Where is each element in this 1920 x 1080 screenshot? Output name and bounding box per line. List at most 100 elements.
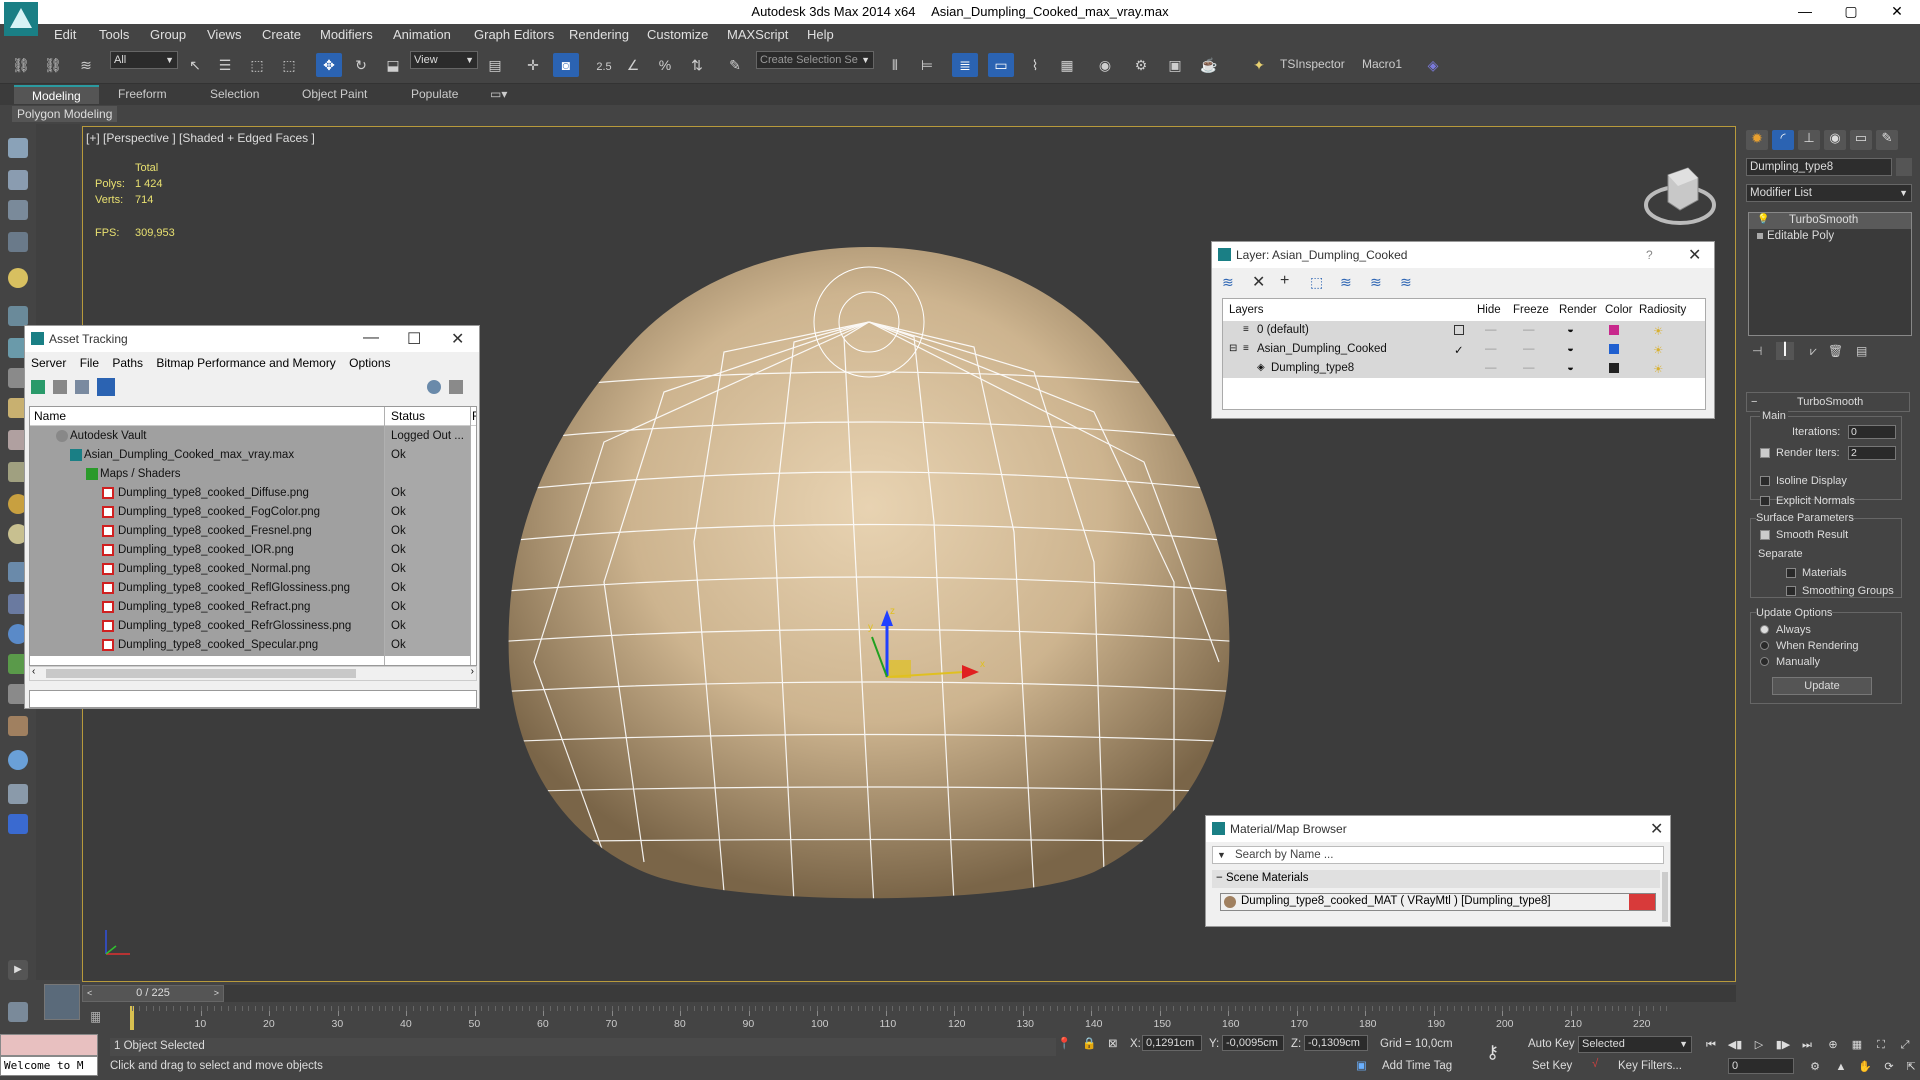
turbosmooth-rollout-header[interactable]: − TurboSmooth <box>1746 392 1910 412</box>
fov-icon[interactable]: ▲ <box>1830 1058 1852 1076</box>
list-item[interactable]: Dumpling_type8_cooked_RefrGlossiness.png… <box>30 617 476 636</box>
maximize-viewport-icon[interactable]: ⤢ <box>1894 1036 1916 1054</box>
selection-filter-dropdown[interactable]: All ▼ <box>110 51 178 69</box>
lightbulb-icon[interactable]: 💡 <box>1757 214 1769 225</box>
radiosity-icon[interactable]: ☀ <box>1653 324 1663 338</box>
current-layer-box[interactable] <box>1454 325 1464 335</box>
close-icon[interactable]: ✕ <box>1650 819 1663 839</box>
menu-options[interactable]: Options <box>349 356 390 370</box>
display-tab-icon[interactable]: ▭ <box>1850 130 1872 150</box>
delete-layer-icon[interactable]: ✕ <box>1252 272 1265 292</box>
list-item[interactable]: Maps / Shaders <box>30 465 476 484</box>
hide-toggle[interactable]: — <box>1485 324 1497 336</box>
always-radio[interactable] <box>1760 625 1769 634</box>
manually-radio[interactable] <box>1760 657 1769 666</box>
list-item[interactable]: Dumpling_type8_cooked_Fresnel.png Ok <box>30 522 476 541</box>
material-editor-icon[interactable]: ◉ <box>1096 56 1114 74</box>
col-extra[interactable]: F <box>472 409 476 423</box>
rotate-icon[interactable]: ↻ <box>352 56 370 74</box>
radiosity-icon[interactable]: ☀ <box>1653 343 1663 357</box>
stack-item-editable-poly[interactable]: Editable Poly <box>1749 229 1911 245</box>
ribbon-options-icon[interactable]: ▭▾ <box>490 87 507 101</box>
freeze-toggle[interactable]: — <box>1523 324 1535 336</box>
menu-paths[interactable]: Paths <box>112 356 143 370</box>
stack-item-turbosmooth[interactable]: 💡 TurboSmooth <box>1749 213 1911 229</box>
go-to-end-icon[interactable]: ⏭ <box>1796 1036 1818 1054</box>
add-time-tag[interactable]: Add Time Tag <box>1382 1060 1452 1072</box>
orbit-icon[interactable]: ⟳ <box>1878 1058 1900 1076</box>
layer-row[interactable]: ◈ Dumpling_type8 — — ◒ ☀ <box>1223 359 1705 378</box>
select-by-name-icon[interactable]: ☰ <box>216 56 234 74</box>
align-icon[interactable]: ⊨ <box>918 56 936 74</box>
search-options-icon[interactable]: ▼ <box>1217 850 1226 860</box>
environment-icon[interactable] <box>8 750 28 770</box>
help-button[interactable]: ? <box>1646 248 1653 262</box>
go-to-start-icon[interactable]: ⏮ <box>1700 1036 1722 1054</box>
bind-space-warp-icon[interactable]: ≋ <box>77 56 95 74</box>
time-slider-thumb[interactable]: < 0 / 225 > <box>82 985 224 1002</box>
time-tag-icon[interactable]: ▣ <box>1356 1058 1367 1072</box>
hide-toggle[interactable]: — <box>1485 362 1497 374</box>
pivot-center-icon[interactable]: ▤ <box>486 56 504 74</box>
time-config-icon[interactable]: ⚙ <box>1804 1058 1826 1076</box>
key-mode-icon[interactable]: √ <box>1592 1058 1598 1070</box>
z-coord-field[interactable]: -0,1309cm <box>1304 1035 1368 1051</box>
list-item[interactable]: Dumpling_type8_cooked_FogColor.png Ok <box>30 503 476 522</box>
tab-modeling[interactable]: Modeling <box>14 85 99 104</box>
vray-icon[interactable] <box>8 814 28 834</box>
highlight-layer-icon[interactable]: ≋ <box>1340 274 1352 291</box>
menu-customize[interactable]: Customize <box>647 27 708 42</box>
scroll-right-icon[interactable]: › <box>471 666 474 677</box>
list-item[interactable]: Dumpling_type8_cooked_ReflGlossiness.png… <box>30 579 476 598</box>
isolate-icon[interactable]: 📍 <box>1057 1036 1071 1050</box>
list-item[interactable]: Dumpling_type8_cooked_IOR.png Ok <box>30 541 476 560</box>
edit-named-selection-icon[interactable]: ✎ <box>726 56 744 74</box>
utilities-tab-icon[interactable]: ✎ <box>1876 130 1898 150</box>
list-icon[interactable] <box>8 200 28 220</box>
col-name[interactable]: Name <box>34 409 66 423</box>
tsinspector-icon[interactable]: ✦ <box>1250 56 1268 74</box>
isoline-checkbox[interactable] <box>1760 476 1770 486</box>
menu-file[interactable]: File <box>80 356 99 370</box>
collapse-icon[interactable]: − <box>1216 872 1223 884</box>
menu-rendering[interactable]: Rendering <box>569 27 629 42</box>
expand-icon[interactable] <box>1757 233 1763 239</box>
current-frame-field[interactable]: 0 <box>1728 1058 1794 1074</box>
close-icon[interactable]: ✕ <box>1688 245 1701 265</box>
maximize-icon[interactable]: ☐ <box>407 329 421 349</box>
refresh-icon[interactable] <box>31 380 45 394</box>
freeze-toggle[interactable]: — <box>1523 343 1535 355</box>
col-freeze[interactable]: Freeze <box>1513 304 1549 316</box>
materials-checkbox[interactable] <box>1786 568 1796 578</box>
set-key-button[interactable]: Set Key <box>1532 1060 1572 1072</box>
layer-manager-window[interactable]: Layer: Asian_Dumpling_Cooked ? ✕ ≋ ✕ + ⬚… <box>1211 241 1715 419</box>
menu-group[interactable]: Group <box>150 27 186 42</box>
expand-arrow-icon[interactable]: ▶ <box>8 960 28 980</box>
teapot-icon[interactable] <box>8 138 28 158</box>
current-layer-check-icon[interactable]: ✓ <box>1454 343 1464 357</box>
radiosity-icon[interactable]: ☀ <box>1653 362 1663 376</box>
maximize-button[interactable]: ▢ <box>1828 0 1874 24</box>
list-item[interactable]: Dumpling_type8_cooked_Normal.png Ok <box>30 560 476 579</box>
render-iters-spinner[interactable]: 2 <box>1848 446 1896 460</box>
select-object-icon[interactable]: ↖ <box>186 56 204 74</box>
absolute-mode-icon[interactable]: ⊠ <box>1108 1036 1118 1050</box>
lock-selection-icon[interactable]: 🔒 <box>1082 1036 1096 1050</box>
spinner-snap-icon[interactable]: ⇅ <box>688 56 706 74</box>
scrollbar-thumb[interactable] <box>46 669 356 678</box>
list-item[interactable]: Dumpling_type8_cooked_Specular.png Ok <box>30 636 476 655</box>
material-search-input[interactable]: ▼ Search by Name ... <box>1212 846 1664 864</box>
object-color-swatch[interactable] <box>1896 158 1912 176</box>
material-browser-titlebar[interactable]: Material/Map Browser ✕ <box>1206 816 1670 842</box>
viewport-label[interactable]: [+] [Perspective ] [Shaded + Edged Faces… <box>86 131 315 145</box>
smoothing-groups-checkbox[interactable] <box>1786 586 1796 596</box>
create-tab-icon[interactable]: ✹ <box>1746 130 1768 150</box>
scroll-left-icon[interactable]: ‹ <box>32 666 35 677</box>
zoom-extents-icon[interactable]: ⛶ <box>1870 1036 1892 1054</box>
grid-icon[interactable] <box>8 232 28 252</box>
table-view-icon[interactable] <box>97 378 115 396</box>
close-button[interactable]: ✕ <box>1874 0 1920 24</box>
menu-animation[interactable]: Animation <box>393 27 451 42</box>
update-button[interactable]: Update <box>1772 677 1872 695</box>
material-map-browser-window[interactable]: Material/Map Browser ✕ ▼ Search by Name … <box>1205 815 1671 927</box>
